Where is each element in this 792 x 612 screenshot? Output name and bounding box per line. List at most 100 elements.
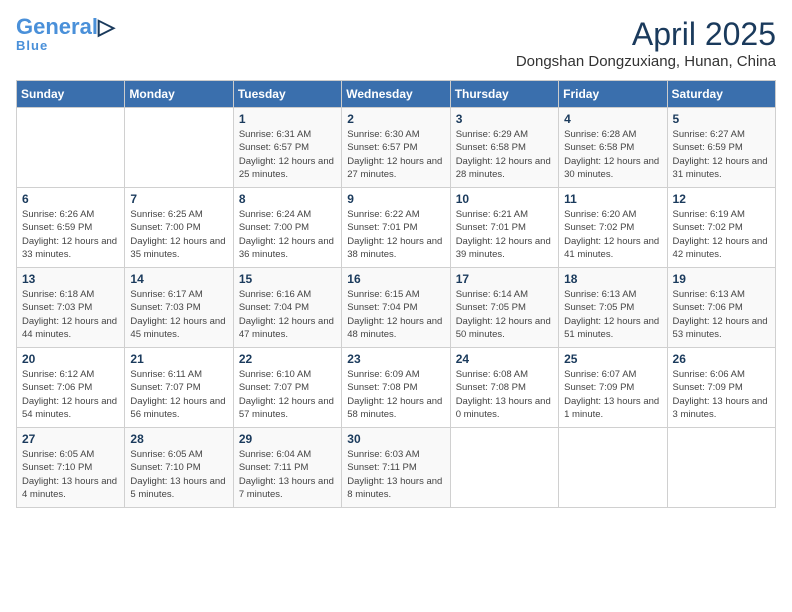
calendar-header-row: SundayMondayTuesdayWednesdayThursdayFrid…: [17, 81, 776, 108]
calendar-cell: 26 Sunrise: 6:06 AM Sunset: 7:09 PM Dayli…: [667, 348, 775, 428]
location: Dongshan Dongzuxiang, Hunan, China: [516, 53, 776, 70]
day-number: 20: [22, 352, 119, 366]
day-info: Sunrise: 6:12 AM Sunset: 7:06 PM Dayligh…: [22, 368, 119, 421]
calendar-cell: 21 Sunrise: 6:11 AM Sunset: 7:07 PM Dayli…: [125, 348, 233, 428]
calendar-cell: 24 Sunrise: 6:08 AM Sunset: 7:08 PM Dayli…: [450, 348, 558, 428]
day-info: Sunrise: 6:26 AM Sunset: 6:59 PM Dayligh…: [22, 208, 119, 261]
day-number: 2: [347, 112, 444, 126]
day-info: Sunrise: 6:20 AM Sunset: 7:02 PM Dayligh…: [564, 208, 661, 261]
day-number: 8: [239, 192, 336, 206]
calendar-week-5: 27 Sunrise: 6:05 AM Sunset: 7:10 PM Dayli…: [17, 428, 776, 508]
day-number: 11: [564, 192, 661, 206]
weekday-header-sunday: Sunday: [17, 81, 125, 108]
day-info: Sunrise: 6:19 AM Sunset: 7:02 PM Dayligh…: [673, 208, 770, 261]
day-info: Sunrise: 6:14 AM Sunset: 7:05 PM Dayligh…: [456, 288, 553, 341]
calendar-cell: 22Sunrise: 6:10 AM Sunset: 7:07 PM Dayli…: [233, 348, 341, 428]
day-info: Sunrise: 6:25 AM Sunset: 7:00 PM Dayligh…: [130, 208, 227, 261]
day-number: 16: [347, 272, 444, 286]
day-number: 29: [239, 432, 336, 446]
calendar-week-2: 6 Sunrise: 6:26 AM Sunset: 6:59 PM Daylig…: [17, 188, 776, 268]
calendar-cell: 2Sunrise: 6:30 AM Sunset: 6:57 PM Daylig…: [342, 108, 450, 188]
day-number: 26: [673, 352, 770, 366]
day-number: 12: [673, 192, 770, 206]
weekday-header-monday: Monday: [125, 81, 233, 108]
day-number: 13: [22, 272, 119, 286]
day-number: 23: [347, 352, 444, 366]
day-info: Sunrise: 6:07 AM Sunset: 7:09 PM Dayligh…: [564, 368, 661, 421]
day-info: Sunrise: 6:22 AM Sunset: 7:01 PM Dayligh…: [347, 208, 444, 261]
calendar-cell: 1 Sunrise: 6:31 AM Sunset: 6:57 PM Daylig…: [233, 108, 341, 188]
calendar-cell: 25 Sunrise: 6:07 AM Sunset: 7:09 PM Dayli…: [559, 348, 667, 428]
calendar-cell: 10 Sunrise: 6:21 AM Sunset: 7:01 PM Dayli…: [450, 188, 558, 268]
day-info: Sunrise: 6:13 AM Sunset: 7:06 PM Dayligh…: [673, 288, 770, 341]
calendar-cell: 29 Sunrise: 6:04 AM Sunset: 7:11 PM Dayli…: [233, 428, 341, 508]
weekday-header-saturday: Saturday: [667, 81, 775, 108]
calendar-cell: 7 Sunrise: 6:25 AM Sunset: 7:00 PM Daylig…: [125, 188, 233, 268]
calendar-cell: 30 Sunrise: 6:03 AM Sunset: 7:11 PM Dayli…: [342, 428, 450, 508]
calendar-cell: 8 Sunrise: 6:24 AM Sunset: 7:00 PM Daylig…: [233, 188, 341, 268]
calendar-cell: 12 Sunrise: 6:19 AM Sunset: 7:02 PM Dayli…: [667, 188, 775, 268]
day-info: Sunrise: 6:24 AM Sunset: 7:00 PM Dayligh…: [239, 208, 336, 261]
day-info: Sunrise: 6:09 AM Sunset: 7:08 PM Dayligh…: [347, 368, 444, 421]
calendar-week-3: 13 Sunrise: 6:18 AM Sunset: 7:03 PM Dayli…: [17, 268, 776, 348]
calendar-cell: 14Sunrise: 6:17 AM Sunset: 7:03 PM Dayli…: [125, 268, 233, 348]
day-info: Sunrise: 6:15 AM Sunset: 7:04 PM Dayligh…: [347, 288, 444, 341]
day-info: Sunrise: 6:06 AM Sunset: 7:09 PM Dayligh…: [673, 368, 770, 421]
logo: General▷ Blue: [16, 16, 115, 53]
day-info: Sunrise: 6:28 AM Sunset: 6:58 PM Dayligh…: [564, 128, 661, 181]
weekday-header-tuesday: Tuesday: [233, 81, 341, 108]
calendar-cell: 20 Sunrise: 6:12 AM Sunset: 7:06 PM Dayli…: [17, 348, 125, 428]
day-number: 15: [239, 272, 336, 286]
day-info: Sunrise: 6:08 AM Sunset: 7:08 PM Dayligh…: [456, 368, 553, 421]
day-number: 7: [130, 192, 227, 206]
day-info: Sunrise: 6:05 AM Sunset: 7:10 PM Dayligh…: [130, 448, 227, 501]
day-info: Sunrise: 6:31 AM Sunset: 6:57 PM Dayligh…: [239, 128, 336, 181]
day-number: 10: [456, 192, 553, 206]
day-info: Sunrise: 6:29 AM Sunset: 6:58 PM Dayligh…: [456, 128, 553, 181]
calendar-cell: 5Sunrise: 6:27 AM Sunset: 6:59 PM Daylig…: [667, 108, 775, 188]
day-number: 24: [456, 352, 553, 366]
day-info: Sunrise: 6:04 AM Sunset: 7:11 PM Dayligh…: [239, 448, 336, 501]
page-header: General▷ Blue April 2025 Dongshan Dongzu…: [16, 16, 776, 70]
calendar-cell: 19 Sunrise: 6:13 AM Sunset: 7:06 PM Dayli…: [667, 268, 775, 348]
calendar-cell: 13 Sunrise: 6:18 AM Sunset: 7:03 PM Dayli…: [17, 268, 125, 348]
calendar-cell: 17 Sunrise: 6:14 AM Sunset: 7:05 PM Dayli…: [450, 268, 558, 348]
logo-general: General: [16, 14, 98, 39]
calendar-cell: 3 Sunrise: 6:29 AM Sunset: 6:58 PM Daylig…: [450, 108, 558, 188]
day-number: 1: [239, 112, 336, 126]
day-number: 6: [22, 192, 119, 206]
calendar-cell: 27Sunrise: 6:05 AM Sunset: 7:10 PM Dayli…: [17, 428, 125, 508]
weekday-header-friday: Friday: [559, 81, 667, 108]
day-number: 19: [673, 272, 770, 286]
day-number: 4: [564, 112, 661, 126]
day-info: Sunrise: 6:18 AM Sunset: 7:03 PM Dayligh…: [22, 288, 119, 341]
day-number: 28: [130, 432, 227, 446]
calendar-table: SundayMondayTuesdayWednesdayThursdayFrid…: [16, 80, 776, 508]
day-number: 27: [22, 432, 119, 446]
weekday-header-wednesday: Wednesday: [342, 81, 450, 108]
calendar-cell: 18 Sunrise: 6:13 AM Sunset: 7:05 PM Dayli…: [559, 268, 667, 348]
weekday-header-thursday: Thursday: [450, 81, 558, 108]
day-number: 30: [347, 432, 444, 446]
calendar-cell: 11 Sunrise: 6:20 AM Sunset: 7:02 PM Dayli…: [559, 188, 667, 268]
calendar-cell: [559, 428, 667, 508]
day-info: Sunrise: 6:21 AM Sunset: 7:01 PM Dayligh…: [456, 208, 553, 261]
day-number: 18: [564, 272, 661, 286]
day-info: Sunrise: 6:03 AM Sunset: 7:11 PM Dayligh…: [347, 448, 444, 501]
day-number: 25: [564, 352, 661, 366]
calendar-week-4: 20 Sunrise: 6:12 AM Sunset: 7:06 PM Dayli…: [17, 348, 776, 428]
calendar-cell: 6 Sunrise: 6:26 AM Sunset: 6:59 PM Daylig…: [17, 188, 125, 268]
calendar-cell: [667, 428, 775, 508]
day-number: 14: [130, 272, 227, 286]
calendar-cell: 28 Sunrise: 6:05 AM Sunset: 7:10 PM Dayli…: [125, 428, 233, 508]
day-number: 9: [347, 192, 444, 206]
calendar-cell: 15Sunrise: 6:16 AM Sunset: 7:04 PM Dayli…: [233, 268, 341, 348]
day-number: 17: [456, 272, 553, 286]
day-info: Sunrise: 6:11 AM Sunset: 7:07 PM Dayligh…: [130, 368, 227, 421]
title-block: April 2025 Dongshan Dongzuxiang, Hunan, …: [516, 16, 776, 70]
day-info: Sunrise: 6:13 AM Sunset: 7:05 PM Dayligh…: [564, 288, 661, 341]
day-number: 3: [456, 112, 553, 126]
calendar-cell: [17, 108, 125, 188]
day-number: 21: [130, 352, 227, 366]
day-info: Sunrise: 6:27 AM Sunset: 6:59 PM Dayligh…: [673, 128, 770, 181]
